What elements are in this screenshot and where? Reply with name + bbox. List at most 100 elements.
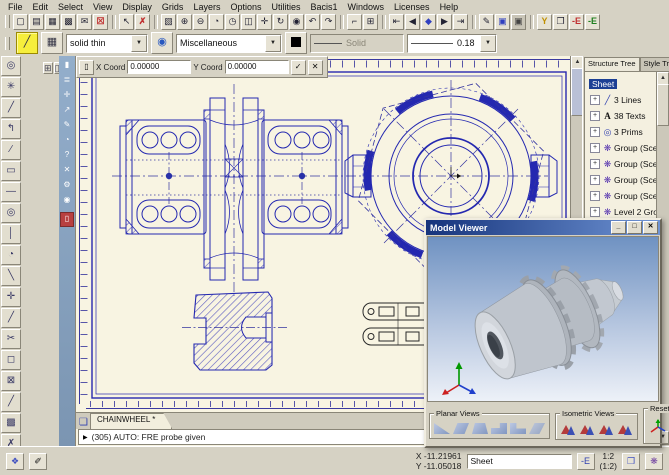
expand-icon[interactable]: +: [590, 159, 600, 169]
iso-view-ne-icon[interactable]: [560, 423, 576, 435]
box-tool-icon[interactable]: ◻: [1, 350, 21, 370]
line-width-combo[interactable]: 0.18 ▼: [407, 34, 497, 53]
plus-icon[interactable]: ✛: [61, 89, 73, 102]
menu-item[interactable]: Licenses: [389, 2, 435, 12]
chevron-down-icon[interactable]: ▼: [131, 35, 147, 52]
expand-icon[interactable]: +: [590, 191, 600, 201]
line-style-combo[interactable]: solid thin ▼: [66, 34, 148, 53]
iso-view-nw-icon[interactable]: [579, 423, 595, 435]
toolbar-drag-handle[interactable]: [5, 37, 10, 50]
query-icon[interactable]: ?: [61, 149, 73, 162]
tree-item[interactable]: + ❋ Group (Scene): [587, 140, 657, 156]
close-icon[interactable]: ✕: [643, 221, 658, 234]
corner-tool-icon[interactable]: ⌐: [347, 14, 362, 30]
undo-icon[interactable]: ↶: [305, 14, 320, 30]
open-icon[interactable]: ▤: [29, 14, 44, 30]
plane-top-icon[interactable]: [510, 423, 526, 434]
model-viewer-titlebar[interactable]: Model Viewer _ □ ✕: [426, 220, 660, 235]
cancel-icon[interactable]: ✕: [308, 60, 323, 75]
new-file-icon[interactable]: ▢: [13, 14, 28, 30]
erase-icon[interactable]: ✕: [61, 164, 73, 177]
grid-view-icon[interactable]: ⊞: [43, 62, 53, 74]
dash-line-icon[interactable]: ╱: [1, 392, 21, 412]
pen-icon[interactable]: ✎: [479, 14, 494, 30]
expand-icon[interactable]: +: [590, 127, 600, 137]
expand-icon[interactable]: +: [590, 143, 600, 153]
menu-item[interactable]: Display: [117, 2, 157, 12]
confirm-icon[interactable]: ✓: [291, 60, 306, 75]
plane-front-icon[interactable]: [434, 423, 450, 434]
pen-icon[interactable]: ✎: [61, 119, 73, 132]
expand-icon[interactable]: +: [590, 175, 600, 185]
menu-item[interactable]: Options: [225, 2, 266, 12]
iso-view-sw-icon[interactable]: [617, 423, 633, 435]
menu-item[interactable]: Edit: [28, 2, 54, 12]
slider-handle-icon[interactable]: ▯: [79, 60, 94, 75]
tab-structure-tree[interactable]: Structure Tree: [584, 57, 640, 71]
menu-item[interactable]: Select: [53, 2, 88, 12]
menu-item[interactable]: Grids: [157, 2, 189, 12]
window-view-button[interactable]: ❒: [622, 453, 640, 470]
tree-item[interactable]: + ╱ 3 Lines: [587, 92, 657, 108]
hatch-tool-icon[interactable]: ▩: [1, 413, 21, 433]
minimize-icon[interactable]: _: [611, 221, 626, 234]
target-icon[interactable]: ◉: [61, 194, 73, 207]
close-doc-icon[interactable]: ☒: [93, 14, 108, 30]
grid-tool-icon[interactable]: ⊞: [363, 14, 378, 30]
zoom-window-icon[interactable]: ◫: [241, 14, 256, 30]
gear-icon[interactable]: ⚙: [61, 179, 73, 192]
color-swatch-button[interactable]: [285, 32, 307, 54]
circle-center-icon[interactable]: ◎: [1, 203, 21, 223]
zoom-out-icon[interactable]: ⊖: [193, 14, 208, 30]
menu-item[interactable]: View: [88, 2, 117, 12]
line-angle-icon[interactable]: ∕: [1, 140, 21, 160]
model-viewer-window[interactable]: Model Viewer _ □ ✕: [424, 218, 662, 448]
burst-icon[interactable]: ✳: [1, 77, 21, 97]
nav-last-icon[interactable]: ⇥: [453, 14, 468, 30]
toolbar-drag-handle[interactable]: [5, 15, 10, 28]
y-coord-field[interactable]: 0.00000: [225, 60, 289, 74]
cross-tool-icon[interactable]: ✛: [1, 287, 21, 307]
sheet-tab[interactable]: CHAINWHEEL *: [90, 413, 172, 429]
reset-view-button[interactable]: [648, 418, 668, 439]
menu-item[interactable]: Windows: [343, 2, 390, 12]
tree-item[interactable]: + A 38 Texts: [587, 108, 657, 124]
arrow-icon[interactable]: ↗: [61, 104, 73, 117]
probe-view-icon[interactable]: ◎: [1, 56, 21, 76]
tree-item[interactable]: + ❋ Group (Scene): [587, 172, 657, 188]
trash-icon[interactable]: ▯: [60, 212, 74, 227]
chevron-down-icon[interactable]: ▼: [480, 35, 496, 52]
box-diagonal-icon[interactable]: ⊠: [1, 371, 21, 391]
menu-item[interactable]: Help: [435, 2, 464, 12]
tree-item[interactable]: + ◎ 3 Prims: [587, 124, 657, 140]
zoom-previous-icon[interactable]: ◔: [209, 14, 224, 30]
expand-icon[interactable]: +: [590, 207, 600, 217]
plane-back-icon[interactable]: [453, 423, 469, 434]
image-view-icon[interactable]: ▣: [495, 14, 510, 30]
tree-root[interactable]: Sheet: [589, 79, 617, 89]
rectangle-tool-icon[interactable]: ▭: [1, 161, 21, 181]
circle-quadrant-icon[interactable]: ◔: [1, 245, 21, 265]
plane-right-icon[interactable]: [491, 423, 507, 434]
save-icon[interactable]: ▦: [45, 14, 60, 30]
sheet-name-field[interactable]: Sheet: [467, 454, 572, 469]
tree-item[interactable]: + ❋ Group (Scene): [587, 188, 657, 204]
category-combo[interactable]: Miscellaneous ▼: [176, 34, 282, 53]
select-arrow-icon[interactable]: ↖: [119, 14, 134, 30]
zoom-clock-icon[interactable]: ◷: [225, 14, 240, 30]
menu-item[interactable]: Bacis1: [306, 2, 343, 12]
menu-item[interactable]: File: [3, 2, 28, 12]
line-vertical-icon[interactable]: │: [1, 224, 21, 244]
line-draw-toggle[interactable]: ╱: [16, 32, 38, 54]
pan-icon[interactable]: ✛: [257, 14, 272, 30]
quadrant-icon[interactable]: ◔: [61, 134, 73, 147]
x-coord-field[interactable]: 0.00000: [127, 60, 191, 74]
pin-button[interactable]: ❖: [6, 453, 24, 470]
redo-icon[interactable]: ↷: [321, 14, 336, 30]
attach-tool-button[interactable]: ▦: [41, 32, 63, 54]
model-viewport[interactable]: [427, 236, 659, 402]
clipboard-icon[interactable]: ❐: [553, 14, 568, 30]
plane-left-icon[interactable]: [472, 423, 488, 434]
zoom-target-icon[interactable]: ◉: [289, 14, 304, 30]
menu-item[interactable]: Layers: [188, 2, 225, 12]
